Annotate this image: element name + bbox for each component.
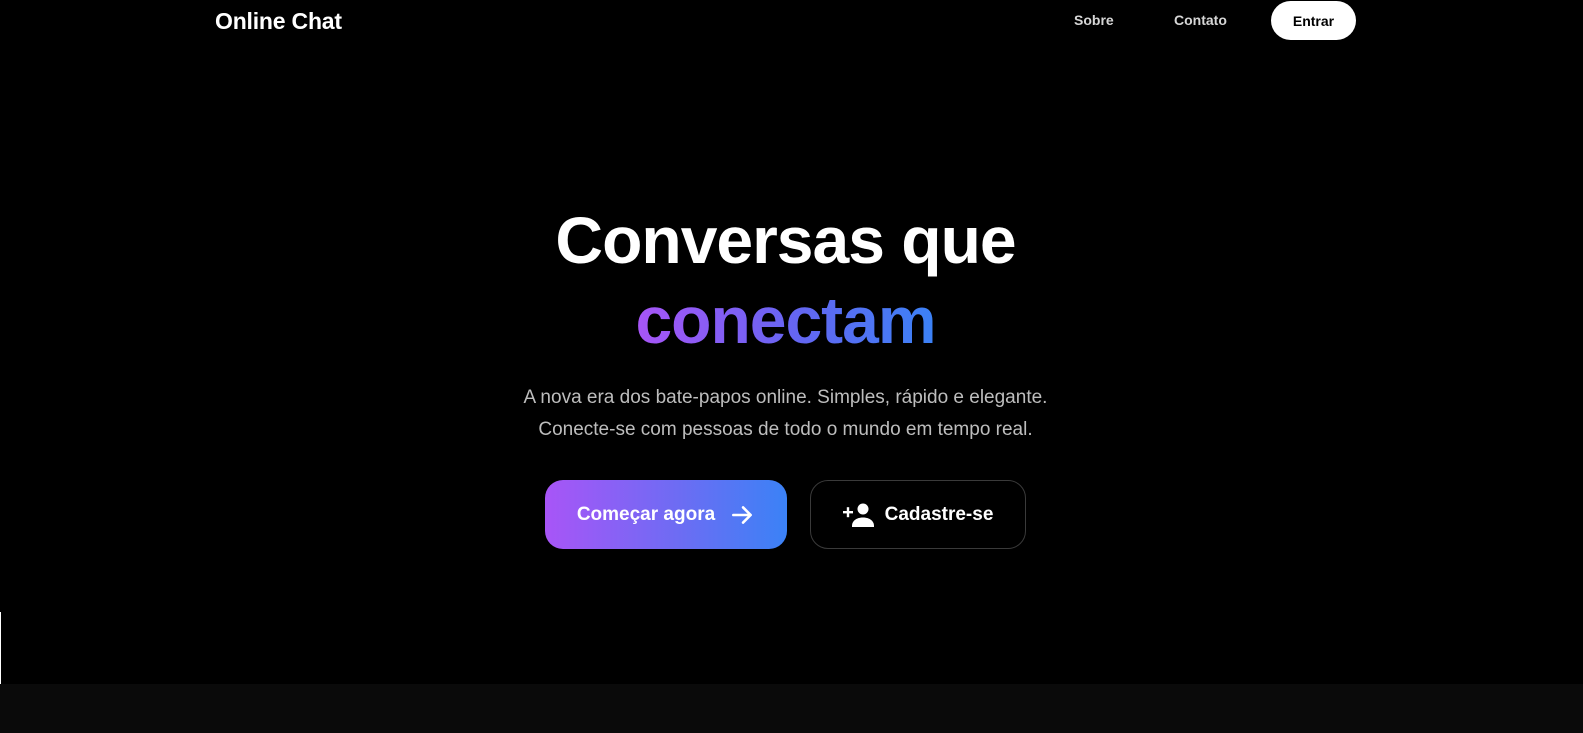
cta-row: Começar agora Cadastre-se <box>0 480 1571 549</box>
navbar: Online Chat Sobre Contato Entrar <box>0 0 1583 42</box>
nav-link-contato[interactable]: Contato <box>1174 12 1227 28</box>
hero-subtitle-line1: A nova era dos bate-papos online. Simple… <box>523 387 1048 408</box>
brand-logo[interactable]: Online Chat <box>215 8 342 35</box>
start-now-label: Começar agora <box>576 503 716 525</box>
start-now-button[interactable]: Começar agora <box>545 480 787 549</box>
hero-subtitle-line2: Conecte-se com pessoas de todo o mundo e… <box>538 419 1033 440</box>
next-section-edge <box>0 684 1583 733</box>
add-user-icon <box>842 502 875 528</box>
hero-title-line1: Conversas que <box>555 203 1016 277</box>
signup-label: Cadastre-se <box>884 503 994 525</box>
hero-title-accent: conectam <box>635 280 936 360</box>
signup-button[interactable]: Cadastre-se <box>810 480 1026 549</box>
hero-section: Conversas que conectam A nova era dos ba… <box>0 200 1571 446</box>
hero-subtitle: A nova era dos bate-papos online. Simple… <box>0 382 1571 446</box>
hero-title: Conversas que conectam <box>0 200 1571 360</box>
arrow-right-icon <box>729 502 755 528</box>
nav-link-sobre[interactable]: Sobre <box>1074 12 1114 28</box>
landing-page: Online Chat Sobre Contato Entrar Convers… <box>0 0 1583 733</box>
login-button[interactable]: Entrar <box>1271 1 1356 40</box>
